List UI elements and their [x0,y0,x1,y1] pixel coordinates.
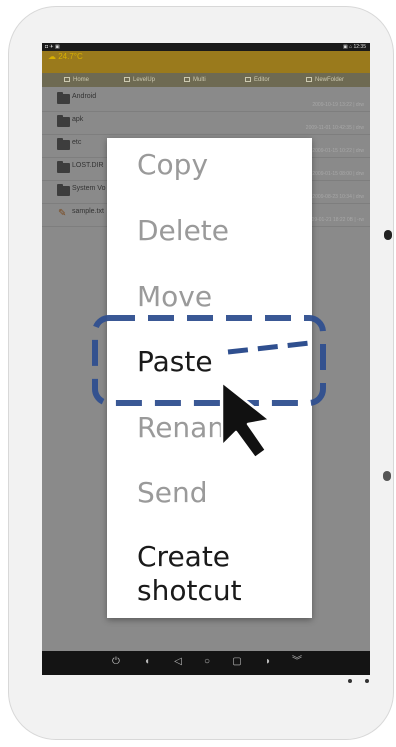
menu-item-create-line1: Create [137,540,231,573]
power-icon[interactable]: ⏻ [109,655,123,669]
navigation-bar: ⏻ ◖ ◁ ○ ▢ ◗ ︾ [42,651,370,675]
side-button-bottom [383,471,391,481]
status-right: ▣ ⌂ 12:35 [342,44,366,50]
weather-readout: ☁ 24.7°C [48,52,83,61]
home-icon [64,77,70,82]
edit-icon [245,77,251,82]
folder-icon [57,184,70,196]
volume-down-icon[interactable]: ◖ [140,655,154,669]
menu-item-send[interactable]: Send [137,476,208,509]
tab-multi[interactable]: Multi [184,73,206,87]
menu-item-copy[interactable]: Copy [137,148,208,181]
menu-item-create-line2: shotcut [137,574,242,607]
menu-item-move[interactable]: Move [137,280,212,313]
tab-home[interactable]: Home [64,73,89,87]
expand-icon[interactable]: ︾ [290,655,304,669]
folder-icon [57,115,70,127]
new-folder-icon [306,77,312,82]
back-icon[interactable]: ◁ [171,655,185,669]
sensor-dot-2 [365,679,369,683]
multi-select-icon [184,77,190,82]
menu-item-delete[interactable]: Delete [137,214,229,247]
toolbar-tabs: Home LevelUp Multi Editor NewFolder [42,73,370,87]
recent-apps-icon[interactable]: ▢ [230,655,244,669]
list-item[interactable]: Android 2009-10-19 13:22 | drw [42,89,370,112]
side-button-top [384,230,392,240]
list-item[interactable]: apk 2009-11-01 10:42:35 | drw [42,112,370,135]
tab-newfolder[interactable]: NewFolder [306,73,344,87]
status-left: ◘ ✈ ▣ [45,44,60,50]
text-file-icon: ✎ [58,208,67,219]
context-menu: Copy Delete Move Paste Renam Send Create… [107,138,312,618]
folder-up-icon [124,77,130,82]
tab-levelup[interactable]: LevelUp [124,73,155,87]
app-bar [42,51,370,73]
menu-item-rename[interactable]: Renam [137,411,235,444]
tab-editor[interactable]: Editor [245,73,270,87]
menu-item-paste[interactable]: Paste [137,345,213,378]
folder-icon [57,161,70,173]
home-circle-icon[interactable]: ○ [200,655,214,669]
volume-up-icon[interactable]: ◗ [261,655,275,669]
sensor-dot-1 [348,679,352,683]
folder-icon [57,92,70,104]
status-bar: ◘ ✈ ▣ ▣ ⌂ 12:35 [42,43,370,51]
menu-item-create-shortcut[interactable]: Create shotcut [137,540,242,608]
folder-icon [57,138,70,150]
